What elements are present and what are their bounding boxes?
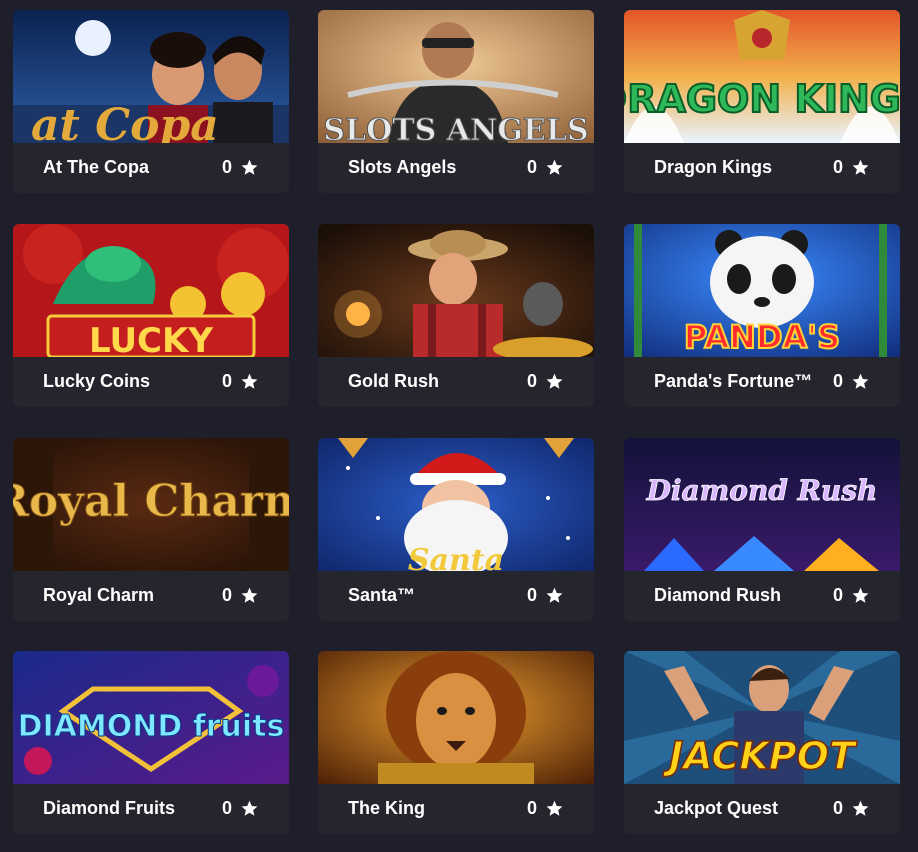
game-title: Slots Angels bbox=[348, 157, 457, 177]
game-card-footer: Slots Angels 0 bbox=[318, 143, 594, 193]
game-rating[interactable]: 0 bbox=[527, 798, 564, 819]
game-card-slots-angels[interactable]: SLOTS ANGELS Slots Angels 0 bbox=[318, 10, 594, 193]
game-rating[interactable]: 0 bbox=[527, 371, 564, 392]
game-card-gold-rush[interactable]: Gold Rush 0 bbox=[318, 224, 594, 407]
game-thumbnail[interactable]: Royal Charm bbox=[13, 438, 289, 571]
game-rating[interactable]: 0 bbox=[527, 157, 564, 178]
star-icon[interactable] bbox=[240, 158, 259, 177]
game-title: Dragon Kings bbox=[654, 157, 773, 177]
star-icon[interactable] bbox=[240, 586, 259, 605]
rating-count: 0 bbox=[221, 371, 232, 391]
game-thumbnail[interactable]: LUCKY bbox=[13, 224, 289, 357]
game-card-the-king[interactable]: The King 0 bbox=[318, 651, 594, 834]
game-title: Gold Rush bbox=[348, 371, 439, 391]
rating-count: 0 bbox=[832, 157, 843, 177]
rating-count: 0 bbox=[221, 157, 232, 177]
game-card-jackpot-quest[interactable]: JACKPOT Jackpot Quest 0 bbox=[624, 651, 900, 834]
game-card-footer: Jackpot Quest 0 bbox=[624, 784, 900, 834]
star-icon[interactable] bbox=[545, 799, 564, 818]
game-card-footer: Gold Rush 0 bbox=[318, 357, 594, 407]
game-art-text: SLOTS ANGELS bbox=[323, 113, 588, 143]
game-card-footer: Santa™ 0 bbox=[318, 571, 594, 621]
game-rating[interactable]: 0 bbox=[833, 371, 870, 392]
game-card-footer: Diamond Rush 0 bbox=[624, 571, 900, 621]
game-card-dragon-kings[interactable]: DRAGON KINGS Dragon Kings 0 bbox=[624, 10, 900, 193]
game-rating[interactable]: 0 bbox=[833, 585, 870, 606]
game-card-at-the-copa[interactable]: at Copa At The Copa 0 bbox=[13, 10, 289, 193]
game-thumbnail[interactable]: DRAGON KINGS bbox=[624, 10, 900, 143]
star-icon[interactable] bbox=[240, 799, 259, 818]
game-art-text: DIAMOND fruits bbox=[18, 709, 285, 744]
game-card-footer: Diamond Fruits 0 bbox=[13, 784, 289, 834]
game-art-text: LUCKY bbox=[89, 321, 213, 357]
game-card-footer: Panda's Fortune™ 0 bbox=[624, 357, 900, 407]
rating-count: 0 bbox=[526, 157, 537, 177]
game-rating[interactable]: 0 bbox=[222, 371, 259, 392]
rating-count: 0 bbox=[832, 798, 843, 818]
game-thumbnail[interactable]: JACKPOT bbox=[624, 651, 900, 784]
game-art-text: Royal Charm bbox=[13, 476, 289, 527]
star-icon[interactable] bbox=[240, 372, 259, 391]
rating-count: 0 bbox=[832, 371, 843, 391]
game-art-text: Santa bbox=[408, 543, 504, 571]
game-card-diamond-fruits[interactable]: DIAMOND fruits Diamond Fruits 0 bbox=[13, 651, 289, 834]
game-card-footer: Dragon Kings 0 bbox=[624, 143, 900, 193]
game-art-text: PANDA'S bbox=[684, 318, 840, 356]
game-thumbnail[interactable]: at Copa bbox=[13, 10, 289, 143]
star-icon[interactable] bbox=[851, 799, 870, 818]
game-thumbnail[interactable]: PANDA'S bbox=[624, 224, 900, 357]
game-thumbnail[interactable]: Santa bbox=[318, 438, 594, 571]
game-rating[interactable]: 0 bbox=[222, 157, 259, 178]
star-icon[interactable] bbox=[545, 372, 564, 391]
rating-count: 0 bbox=[526, 585, 537, 605]
star-icon[interactable] bbox=[545, 586, 564, 605]
game-card-lucky-coins[interactable]: LUCKY Lucky Coins 0 bbox=[13, 224, 289, 407]
rating-count: 0 bbox=[221, 585, 232, 605]
game-thumbnail[interactable] bbox=[318, 224, 594, 357]
game-art-text: JACKPOT bbox=[662, 734, 858, 778]
games-grid: at Copa At The Copa 0 SLOTS ANGELS Slots… bbox=[0, 0, 918, 852]
game-rating[interactable]: 0 bbox=[527, 585, 564, 606]
game-title: Diamond Rush bbox=[654, 585, 782, 605]
game-title: Lucky Coins bbox=[43, 371, 151, 391]
star-icon[interactable] bbox=[851, 372, 870, 391]
rating-count: 0 bbox=[526, 798, 537, 818]
game-thumbnail[interactable]: Diamond Rush bbox=[624, 438, 900, 571]
game-art-text: DRAGON KINGS bbox=[624, 77, 900, 121]
game-thumbnail[interactable]: SLOTS ANGELS bbox=[318, 10, 594, 143]
star-icon[interactable] bbox=[851, 586, 870, 605]
game-title: At The Copa bbox=[43, 157, 149, 177]
game-rating[interactable]: 0 bbox=[833, 798, 870, 819]
game-art-text: Diamond Rush bbox=[646, 474, 878, 507]
rating-count: 0 bbox=[221, 798, 232, 818]
game-art-text: at Copa bbox=[31, 100, 219, 143]
game-card-footer: At The Copa 0 bbox=[13, 143, 289, 193]
game-rating[interactable]: 0 bbox=[833, 157, 870, 178]
star-icon[interactable] bbox=[851, 158, 870, 177]
game-card-footer: Lucky Coins 0 bbox=[13, 357, 289, 407]
game-title: Panda's Fortune™ bbox=[654, 371, 813, 391]
game-title: The King bbox=[348, 798, 425, 818]
game-title: Santa™ bbox=[348, 585, 416, 605]
rating-count: 0 bbox=[832, 585, 843, 605]
star-icon[interactable] bbox=[545, 158, 564, 177]
game-rating[interactable]: 0 bbox=[222, 585, 259, 606]
game-title: Royal Charm bbox=[43, 585, 155, 605]
game-card-footer: Royal Charm 0 bbox=[13, 571, 289, 621]
game-thumbnail[interactable]: DIAMOND fruits bbox=[13, 651, 289, 784]
game-card-footer: The King 0 bbox=[318, 784, 594, 834]
game-thumbnail[interactable] bbox=[318, 651, 594, 784]
game-card-royal-charm[interactable]: Royal Charm Royal Charm 0 bbox=[13, 438, 289, 621]
game-card-diamond-rush[interactable]: Diamond Rush Diamond Rush 0 bbox=[624, 438, 900, 621]
game-card-santa[interactable]: Santa Santa™ 0 bbox=[318, 438, 594, 621]
game-card-pandas-fortune[interactable]: PANDA'S Panda's Fortune™ 0 bbox=[624, 224, 900, 407]
rating-count: 0 bbox=[526, 371, 537, 391]
game-title: Diamond Fruits bbox=[43, 798, 176, 818]
game-rating[interactable]: 0 bbox=[222, 798, 259, 819]
game-title: Jackpot Quest bbox=[654, 798, 779, 818]
